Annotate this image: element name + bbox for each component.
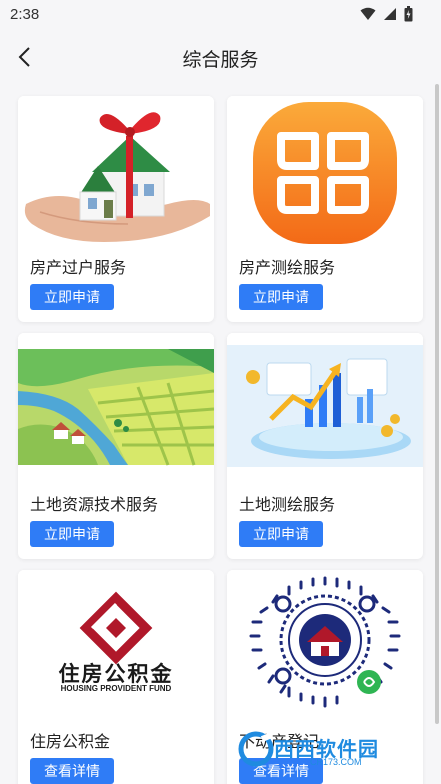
apply-button[interactable]: 立即申请	[239, 284, 323, 310]
signal-icon	[384, 8, 396, 20]
apply-button[interactable]: 立即申请	[30, 284, 114, 310]
nav-bar: 综合服务	[0, 30, 441, 84]
status-time: 2:38	[10, 6, 40, 23]
watermark-url: CR173.COM	[310, 757, 362, 767]
service-title: 房产测绘服务	[239, 260, 336, 277]
service-title: 土地测绘服务	[239, 497, 336, 514]
wifi-icon	[360, 7, 376, 20]
service-grid: 房产过户服务 立即申请 房产测绘服务 立即申请 土地资源技术服务 立即申请 土地…	[0, 84, 441, 784]
service-card-property-survey[interactable]: 房产测绘服务 立即申请	[227, 96, 423, 322]
service-title: 房产过户服务	[30, 260, 127, 277]
service-card-property-transfer[interactable]: 房产过户服务 立即申请	[18, 96, 214, 322]
housing-fund-logo: 住房公积金 HOUSING PROVIDENT FUND	[18, 570, 214, 722]
fund-logo-en: HOUSING PROVIDENT FUND	[60, 684, 172, 693]
service-card-housing-fund[interactable]: 住房公积金 HOUSING PROVIDENT FUND 住房公积金 查看详情	[18, 570, 214, 784]
apply-button[interactable]: 立即申请	[239, 521, 323, 547]
battery-icon	[404, 6, 413, 22]
apply-button[interactable]: 立即申请	[30, 521, 114, 547]
watermark: 西西软件园 CR173.COM	[238, 729, 438, 769]
app-grid-icon	[227, 96, 423, 248]
watermark-logo-icon	[238, 731, 274, 767]
service-title: 住房公积金	[30, 734, 111, 751]
farmland-image	[18, 333, 214, 485]
data-chart-image	[227, 333, 423, 485]
page-title: 综合服务	[182, 50, 259, 71]
details-button[interactable]: 查看详情	[30, 758, 114, 784]
scrollbar[interactable]	[435, 84, 439, 724]
service-card-land-survey[interactable]: 土地测绘服务 立即申请	[227, 333, 423, 559]
service-title: 土地资源技术服务	[30, 497, 159, 514]
status-icons	[360, 6, 413, 22]
house-gift-image	[18, 96, 214, 248]
status-bar: 2:38	[0, 0, 441, 30]
service-card-land-resource[interactable]: 土地资源技术服务 立即申请	[18, 333, 214, 559]
mini-program-code	[227, 570, 423, 722]
